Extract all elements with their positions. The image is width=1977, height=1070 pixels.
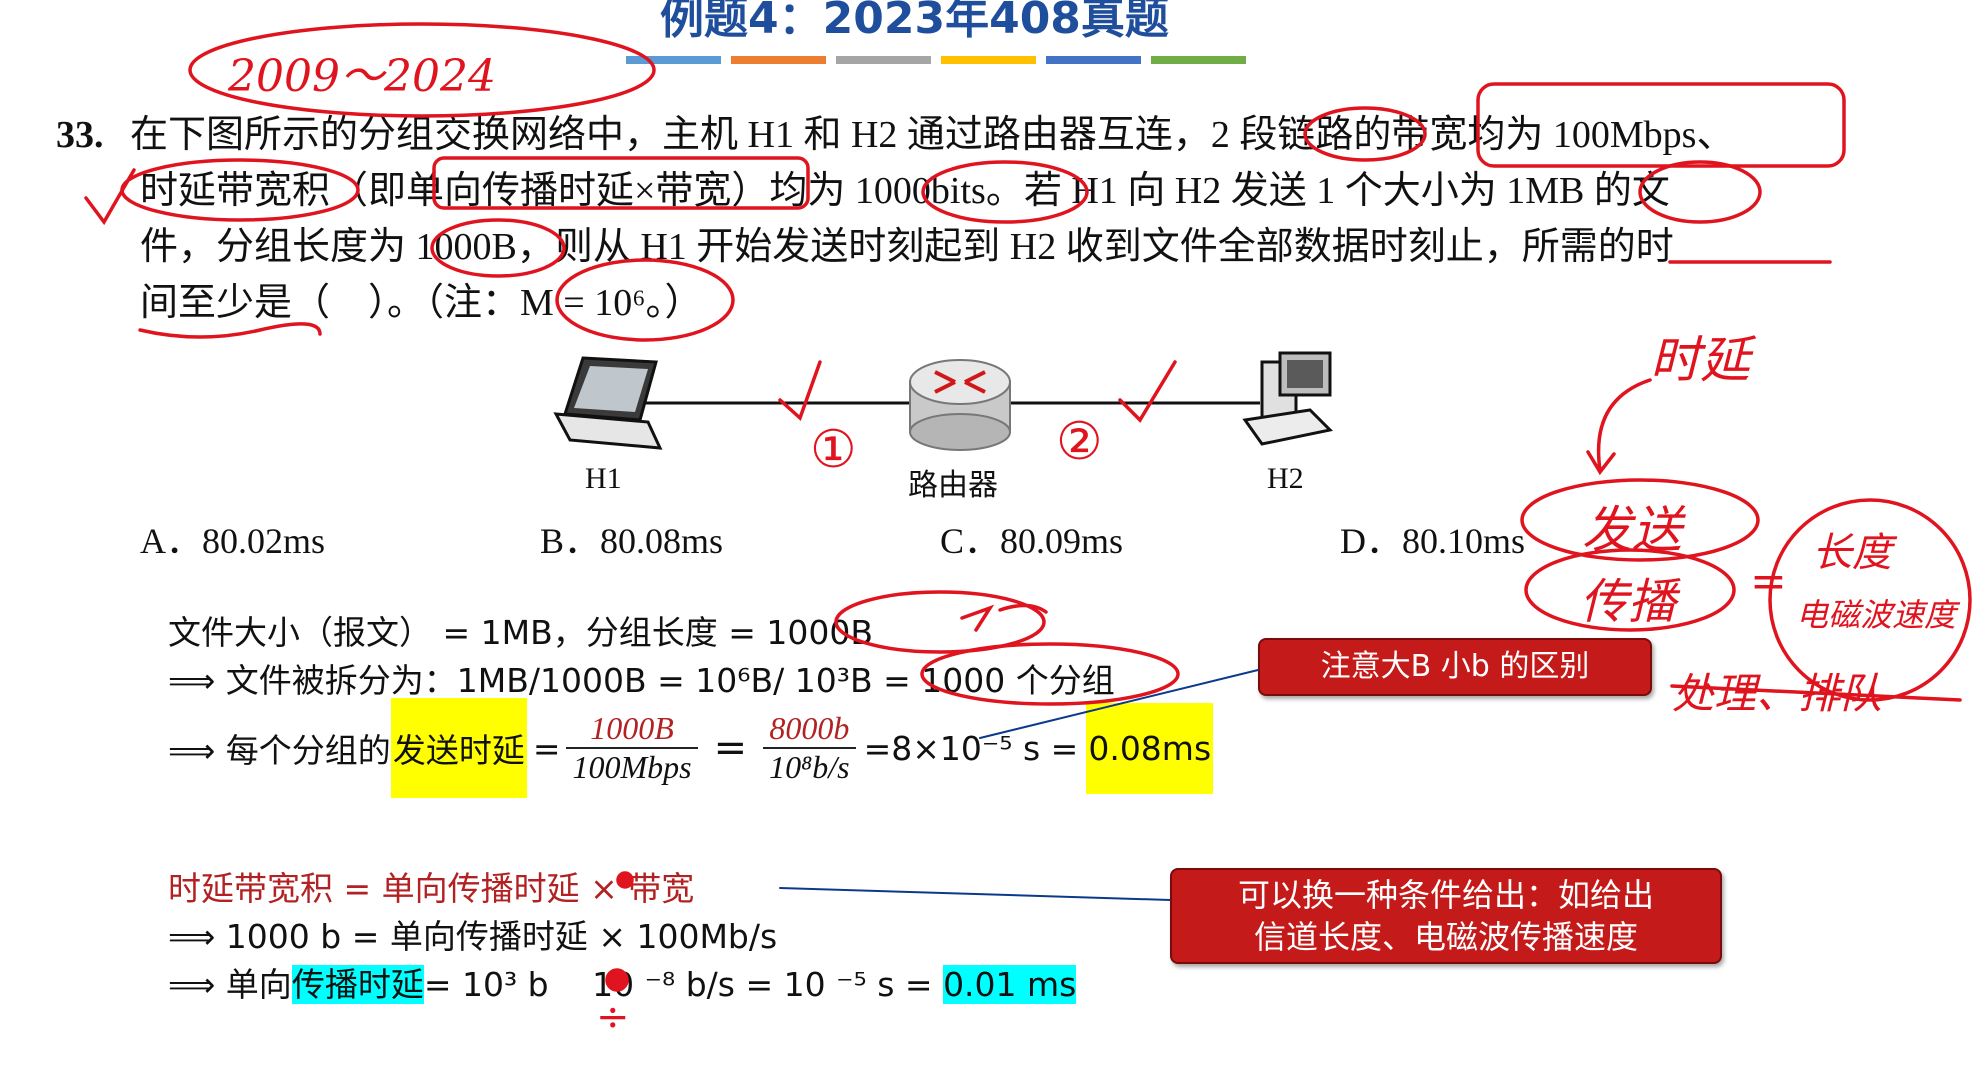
option-c[interactable]: C．80.09ms bbox=[940, 512, 1123, 564]
hand-delay: 时延 bbox=[1650, 331, 1750, 389]
hand-equals: = bbox=[1750, 556, 1787, 607]
send-delay-result: =8×10⁻⁵ s = bbox=[863, 728, 1079, 768]
hand-send: 发送 bbox=[1582, 501, 1682, 559]
laptop-icon bbox=[553, 356, 663, 450]
calc-line-6-prefix: ⟹ 单向 bbox=[168, 965, 292, 1004]
hand-em-speed: 电磁波速度 bbox=[1796, 596, 1957, 634]
fraction-1-den: 100Mbps bbox=[572, 749, 692, 785]
calc-line-2: ⟹ 文件被拆分为：1MB/1000B = 10⁶B/ 10³B = 1000 个… bbox=[168, 661, 1115, 700]
calc-line-1: 文件大小（报文） = 1MB，分组长度 = 1000B bbox=[168, 613, 873, 652]
calc-line-3-prefix: ⟹ 每个分组的 bbox=[168, 731, 391, 770]
router-icon bbox=[909, 359, 1011, 451]
calc-line-5: ⟹ 1000 b = 单向传播时延 × 100Mb/s bbox=[168, 917, 778, 956]
hand-circle-2: ② bbox=[1056, 412, 1103, 472]
fraction-1-num: 1000B bbox=[566, 710, 698, 749]
calc-line-3: ⟹ 每个分组的 发送时延 = 1000B 100Mbps = 8000b 10⁸… bbox=[168, 698, 1214, 798]
hand-proc-queue: 处理、排队 bbox=[1672, 669, 1883, 718]
hand-years: 2009～2024 bbox=[228, 51, 496, 102]
send-delay-highlight: 发送时延 bbox=[390, 698, 527, 798]
fraction-2-den: 10⁸b/s bbox=[769, 749, 850, 785]
prop-delay-value-highlight: 0.01 ms bbox=[943, 965, 1077, 1004]
h2-label: H2 bbox=[1267, 462, 1304, 495]
option-d[interactable]: D．80.10ms bbox=[1340, 512, 1525, 564]
hand-length: 长度 bbox=[1812, 530, 1892, 576]
h1-label: H1 bbox=[585, 462, 622, 495]
calc-line-4: 时延带宽积 = 单向传播时延 × 带宽 bbox=[168, 869, 695, 908]
callout-alt-line-2: 信道长度、电磁波传播速度 bbox=[1253, 918, 1638, 956]
hand-prop: 传播 bbox=[1580, 574, 1677, 630]
callout-alt-conditions: 可以换一种条件给出：如给出 信道长度、电磁波传播速度 bbox=[1170, 868, 1722, 964]
hand-divide: ÷ bbox=[596, 994, 630, 1040]
send-delay-value-highlight: 0.08ms bbox=[1086, 702, 1214, 794]
hand-circle-1: ① bbox=[810, 420, 857, 480]
option-a[interactable]: A．80.02ms bbox=[140, 512, 325, 564]
callout-alt-line-1: 可以换一种条件给出：如给出 bbox=[1237, 876, 1654, 914]
option-b[interactable]: B．80.08ms bbox=[540, 512, 723, 564]
fraction-2-num: 8000b bbox=[763, 710, 856, 749]
fraction-1: 1000B 100Mbps bbox=[566, 710, 698, 786]
router-label: 路由器 bbox=[908, 469, 998, 502]
prop-delay-highlight: 传播时延 bbox=[291, 965, 424, 1004]
calc-line-6-mid: = 10³ b 10 ⁻⁸ b/s = 10 ⁻⁵ s = bbox=[423, 965, 933, 1004]
fraction-2: 8000b 10⁸b/s bbox=[763, 710, 856, 786]
desktop-icon bbox=[1242, 351, 1334, 446]
callout-big-b-small-b: 注意大B 小b 的区别 bbox=[1258, 638, 1652, 696]
